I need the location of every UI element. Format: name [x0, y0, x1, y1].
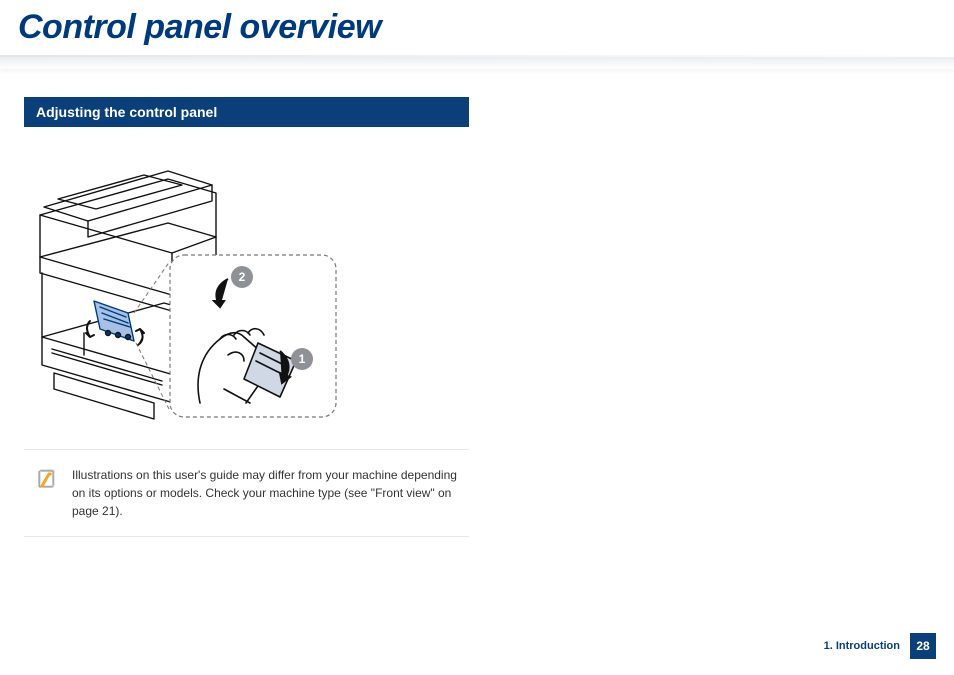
- page-title: Control panel overview: [0, 0, 954, 51]
- note-icon: [36, 468, 58, 490]
- note-box: Illustrations on this user's guide may d…: [24, 449, 469, 537]
- printer-illustration: 2 1: [24, 145, 424, 431]
- printer-drawing: 2 1: [24, 145, 424, 431]
- callout-2: 2: [231, 266, 253, 288]
- page-footer: 1. Introduction 28: [824, 633, 936, 659]
- note-text: Illustrations on this user's guide may d…: [72, 468, 457, 518]
- title-divider: [0, 57, 954, 69]
- svg-text:2: 2: [239, 270, 246, 284]
- footer-page-number: 28: [910, 633, 936, 659]
- svg-text:1: 1: [299, 352, 306, 366]
- callout-1: 1: [291, 348, 313, 370]
- section-heading: Adjusting the control panel: [24, 97, 469, 127]
- footer-chapter: 1. Introduction: [824, 640, 900, 652]
